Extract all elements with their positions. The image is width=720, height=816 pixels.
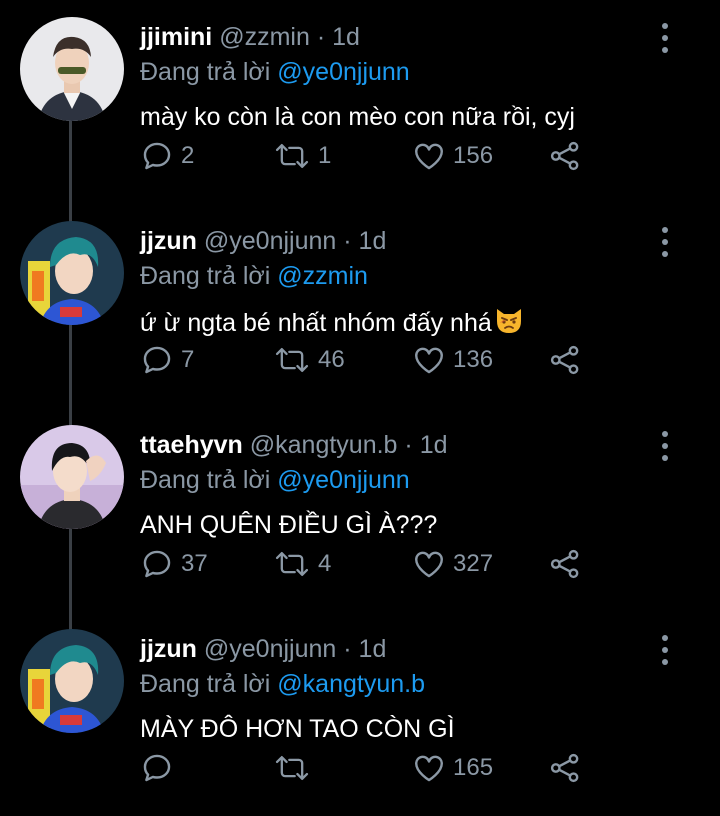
tweet-header: jjzun @ye0njjunn · 1d: [140, 226, 386, 256]
share-icon: [550, 549, 579, 579]
reply-count: 7: [181, 346, 195, 373]
tweet[interactable]: jjzun @ye0njjunn · 1d Đang trả lời @zzmi…: [0, 204, 720, 408]
mention-link[interactable]: @ye0njjunn: [277, 466, 409, 494]
user-handle[interactable]: @ye0njjunn: [204, 635, 336, 663]
tweet-header: ttaehyvn @kangtyun.b · 1d: [140, 430, 448, 460]
like-icon: [415, 755, 443, 782]
tweet[interactable]: ttaehyvn @kangtyun.b · 1d Đang trả lời @…: [0, 408, 720, 612]
tweet-text-content: ứ ừ ngta bé nhất nhóm đấy nhá: [140, 309, 492, 337]
retweet-button[interactable]: [273, 748, 318, 788]
display-name[interactable]: jjzun: [140, 635, 197, 663]
display-name[interactable]: jjimini: [140, 23, 212, 51]
timestamp[interactable]: 1d: [359, 635, 387, 663]
like-icon: [415, 143, 443, 170]
timestamp[interactable]: 1d: [420, 431, 448, 459]
tweet-actions: 7 46 136: [140, 340, 600, 380]
replying-to-label: Đang trả lời: [140, 262, 271, 290]
timestamp[interactable]: 1d: [359, 227, 387, 255]
like-count: 156: [453, 142, 494, 169]
retweet-count: 4: [318, 550, 332, 577]
avatar[interactable]: [20, 629, 124, 733]
user-handle[interactable]: @kangtyun.b: [250, 431, 398, 459]
replying-to-label: Đang trả lời: [140, 670, 271, 698]
avatar[interactable]: [20, 425, 124, 529]
retweet-button[interactable]: 4: [273, 544, 331, 584]
like-icon: [415, 551, 443, 578]
tweet-text: ứ ừ ngta bé nhất nhóm đấy nhá: [140, 305, 524, 343]
reply-icon: [143, 346, 171, 374]
like-button[interactable]: 327: [412, 544, 493, 584]
reply-button[interactable]: 37: [140, 544, 208, 584]
tweet-text: MÀY ĐÔ HƠN TAO CÒN GÌ: [140, 715, 455, 743]
tweet-text: mày ko còn là con mèo con nữa rồi, cyj: [140, 103, 575, 131]
tweet-header: jjimini @zzmin · 1d: [140, 22, 360, 52]
more-icon[interactable]: [655, 430, 675, 462]
more-icon[interactable]: [655, 634, 675, 666]
replying-to: Đang trả lời @zzmin: [140, 261, 368, 291]
tweet-thread: jjimini @zzmin · 1d Đang trả lời @ye0njj…: [0, 0, 720, 816]
tweet-actions: 2 1 156: [140, 136, 600, 176]
like-count: 327: [453, 550, 494, 577]
retweet-icon: [275, 347, 309, 373]
share-icon: [550, 141, 579, 171]
separator-dot: ·: [316, 23, 326, 51]
tweet-header: jjzun @ye0njjunn · 1d: [140, 634, 386, 664]
tweet-actions: 165: [140, 748, 600, 788]
retweet-icon: [275, 755, 309, 781]
retweet-count: 46: [318, 346, 345, 373]
reply-button[interactable]: [140, 748, 181, 788]
reply-button[interactable]: 7: [140, 340, 194, 380]
more-icon[interactable]: [655, 226, 675, 258]
retweet-icon: [275, 551, 309, 577]
user-handle[interactable]: @ye0njjunn: [204, 227, 336, 255]
like-icon: [415, 347, 443, 374]
mention-link[interactable]: @kangtyun.b: [277, 670, 425, 698]
replying-to-label: Đang trả lời: [140, 466, 271, 494]
retweet-button[interactable]: 46: [273, 340, 345, 380]
like-button[interactable]: 156: [412, 136, 493, 176]
replying-to: Đang trả lời @ye0njjunn: [140, 57, 410, 87]
replying-to-label: Đang trả lời: [140, 58, 271, 86]
retweet-button[interactable]: 1: [273, 136, 331, 176]
avatar[interactable]: [20, 17, 124, 121]
share-button[interactable]: [548, 748, 582, 788]
tweet-actions: 37 4 327: [140, 544, 600, 584]
like-count: 165: [453, 754, 494, 781]
share-icon: [550, 345, 579, 375]
share-button[interactable]: [548, 136, 582, 176]
retweet-count: 1: [318, 142, 332, 169]
reply-count: 37: [181, 550, 208, 577]
more-icon[interactable]: [655, 22, 675, 54]
separator-dot: ·: [343, 635, 352, 663]
display-name[interactable]: jjzun: [140, 227, 197, 255]
reply-icon: [143, 550, 171, 578]
replying-to: Đang trả lời @ye0njjunn: [140, 465, 410, 495]
user-handle[interactable]: @zzmin: [219, 23, 310, 51]
share-button[interactable]: [548, 544, 582, 584]
separator-dot: ·: [343, 227, 352, 255]
separator-dot: ·: [404, 431, 413, 459]
reply-count: 2: [181, 142, 195, 169]
replying-to: Đang trả lời @kangtyun.b: [140, 669, 425, 699]
display-name[interactable]: ttaehyvn: [140, 431, 243, 459]
reply-icon: [143, 754, 171, 782]
like-button[interactable]: 165: [412, 748, 493, 788]
tweet-text: ANH QUÊN ĐIỀU GÌ À???: [140, 511, 438, 539]
reply-icon: [143, 142, 171, 170]
pouting-cat-icon: [494, 305, 524, 343]
retweet-icon: [275, 143, 309, 169]
reply-button[interactable]: 2: [140, 136, 194, 176]
like-button[interactable]: 136: [412, 340, 493, 380]
mention-link[interactable]: @zzmin: [277, 262, 368, 290]
share-icon: [550, 753, 579, 783]
timestamp[interactable]: 1d: [332, 23, 360, 51]
tweet[interactable]: jjimini @zzmin · 1d Đang trả lời @ye0njj…: [0, 0, 720, 204]
like-count: 136: [453, 346, 494, 373]
avatar[interactable]: [20, 221, 124, 325]
mention-link[interactable]: @ye0njjunn: [277, 58, 409, 86]
tweet[interactable]: jjzun @ye0njjunn · 1d Đang trả lời @kang…: [0, 612, 720, 816]
share-button[interactable]: [548, 340, 582, 380]
